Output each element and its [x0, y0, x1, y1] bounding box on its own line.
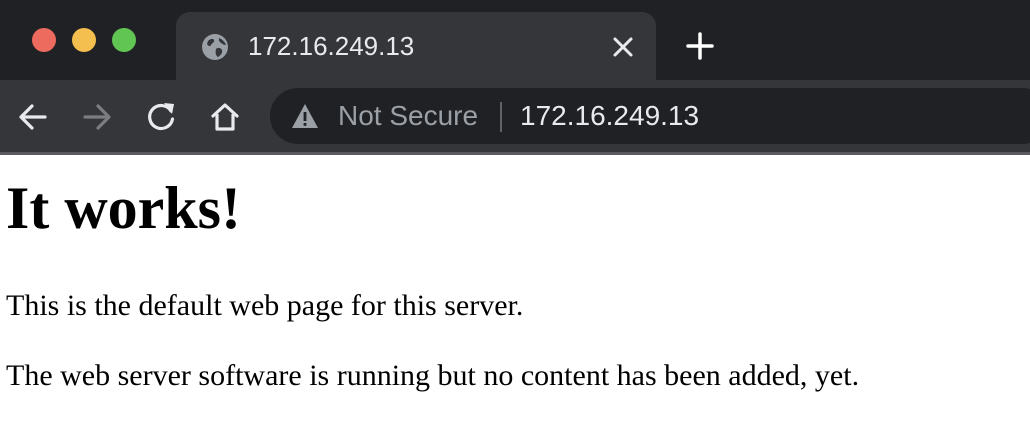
title-bar: 172.16.249.13 — [0, 0, 1030, 82]
page-paragraph: The web server software is running but n… — [6, 359, 860, 392]
address-divider — [500, 102, 502, 132]
tab-title: 172.16.249.13 — [248, 31, 415, 61]
tab-active[interactable]: 172.16.249.13 — [176, 12, 656, 82]
globe-icon — [202, 34, 228, 60]
home-icon[interactable] — [208, 100, 242, 134]
page-content: It works! This is the default web page f… — [0, 155, 1030, 426]
arrow-right-icon[interactable] — [80, 100, 114, 134]
plus-icon[interactable] — [684, 30, 716, 62]
address-bar[interactable]: Not Secure 172.16.249.13 — [270, 88, 1030, 144]
reload-icon[interactable] — [144, 100, 178, 134]
browser-window: 172.16.249.13 Not Secure 172.16.249.13 I… — [0, 0, 1030, 426]
arrow-left-icon[interactable] — [16, 100, 50, 134]
window-close-button[interactable] — [32, 28, 56, 52]
page-heading: It works! — [6, 175, 241, 241]
navigation-toolbar: Not Secure 172.16.249.13 — [0, 80, 1030, 152]
window-maximize-button[interactable] — [112, 28, 136, 52]
page-paragraph: This is the default web page for this se… — [6, 289, 524, 322]
close-icon[interactable] — [610, 34, 636, 60]
url-text[interactable]: 172.16.249.13 — [520, 100, 699, 132]
window-minimize-button[interactable] — [72, 28, 96, 52]
security-status-label[interactable]: Not Secure — [338, 100, 478, 132]
warning-icon[interactable] — [290, 102, 320, 130]
